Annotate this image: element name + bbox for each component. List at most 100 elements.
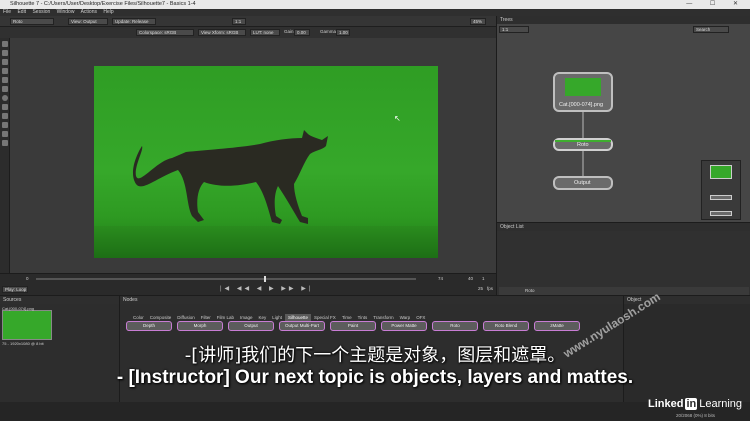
circle-tool-icon[interactable] — [2, 95, 8, 101]
tab-key[interactable]: Key — [256, 314, 270, 321]
menu-bar: File Edit Session Window Actions Help — [0, 9, 750, 16]
view-xform-dropdown[interactable]: View Xform: sRGB — [198, 29, 246, 36]
timeline-current[interactable]: 74 — [438, 276, 443, 281]
tab-light[interactable]: Light — [269, 314, 285, 321]
tab-image[interactable]: Image — [237, 314, 256, 321]
tracker-tool-icon[interactable] — [2, 131, 8, 137]
tab-warp[interactable]: Warp — [397, 314, 414, 321]
tree-minimap[interactable] — [701, 160, 741, 220]
colorspace-dropdown[interactable]: Colorspace: sRGB — [136, 29, 194, 36]
linkedin-learning-logo: Linked in Learning — [648, 398, 742, 410]
trees-search[interactable]: Search — [693, 26, 729, 33]
magnetic-tool-icon[interactable] — [2, 86, 8, 92]
menu-edit[interactable]: Edit — [17, 9, 26, 15]
tab-time[interactable]: Time — [339, 314, 355, 321]
app-window: Silhouette 7 - C:/Users/User/Desktop/Exe… — [0, 0, 750, 421]
tab-film-lab[interactable]: Film Lab — [214, 314, 237, 321]
lut-dropdown[interactable]: LUT: none — [250, 29, 280, 36]
square-tool-icon[interactable] — [2, 104, 8, 110]
source-clip-name: Cat.[000-074].png — [2, 306, 35, 311]
minimap-output — [710, 211, 732, 216]
bezier-tool-icon[interactable] — [2, 68, 8, 74]
node-button-output[interactable]: Output — [228, 321, 274, 331]
tab-special-fx[interactable]: Special FX — [311, 314, 339, 321]
viewer-subtoolbar: Colorspace: sRGB View Xform: sRGB LUT: n… — [0, 27, 496, 38]
logo-in: in — [685, 398, 698, 410]
object-list-panel: Object List Roto — [496, 222, 750, 295]
node-button-paint[interactable]: Paint — [330, 321, 376, 331]
window-controls[interactable]: — ☐ ✕ — [686, 0, 746, 9]
nodes-title: Nodes — [120, 296, 623, 304]
tab-silhouette[interactable]: Silhouette — [285, 314, 312, 321]
node-button-output-multi-part[interactable]: Output Multi-Part — [279, 321, 325, 331]
subtitle-chinese: -[讲师]我们的下一个主题是对象，图层和遮罩。 — [184, 345, 566, 366]
minimap-source — [710, 165, 732, 179]
menu-file[interactable]: File — [3, 9, 11, 15]
node-button-morph[interactable]: Morph — [177, 321, 223, 331]
hand-tool-icon[interactable] — [2, 140, 8, 146]
playhead[interactable] — [264, 276, 266, 282]
window-title: Silhouette 7 - C:/Users/User/Desktop/Exe… — [10, 1, 196, 7]
timeline-bar: 0 74 40 1 Play: Loop |◀ ◀◀ ◀ ▶ ▶▶ ▶| 25 … — [0, 273, 496, 295]
tab-diffusion[interactable]: Diffusion — [174, 314, 197, 321]
tab-tints[interactable]: Tints — [355, 314, 371, 321]
node-button-roto[interactable]: Roto — [432, 321, 478, 331]
tool-palette — [0, 38, 10, 273]
source-thumbnail — [565, 78, 601, 96]
node-button-depth[interactable]: Depth — [126, 321, 172, 331]
trees-panel: Trees 1:1 Search Cat.[000-074].png Roto … — [496, 16, 750, 222]
memory-status: 20/2068 (0%) 8 bits — [676, 413, 716, 418]
tab-transform[interactable]: Transform — [370, 314, 396, 321]
green-screen-image[interactable]: ↖ — [94, 66, 438, 258]
eraser-tool-icon[interactable] — [2, 122, 8, 128]
timeline-scrubber[interactable] — [36, 278, 416, 280]
node-button-power-matte[interactable]: Power Matte — [381, 321, 427, 331]
output-node-label: Output — [574, 180, 591, 186]
source-node-label: Cat.[000-074].png — [559, 102, 604, 108]
tab-ofx[interactable]: OFX — [413, 314, 428, 321]
tab-composite[interactable]: Composite — [147, 314, 175, 321]
fps-label: fps — [487, 286, 494, 291]
cat-image — [132, 130, 328, 224]
mouse-cursor-icon: ↖ — [394, 114, 401, 123]
timeline-end[interactable]: 40 — [468, 276, 473, 281]
transport-controls[interactable]: |◀ ◀◀ ◀ ▶ ▶▶ ▶| — [220, 285, 313, 292]
tab-filter[interactable]: Filter — [198, 314, 214, 321]
viewer-toolbar: Roto View: Output Update: Release 1:1 45… — [0, 16, 496, 27]
tab-color[interactable]: Color — [130, 314, 147, 321]
sources-title: Sources — [0, 296, 119, 304]
gain-field[interactable]: 0.00 — [294, 29, 310, 36]
gamma-label: Gamma — [320, 29, 337, 34]
transform-tool-icon[interactable] — [2, 50, 8, 56]
node-button-zmatte[interactable]: zMatte — [534, 321, 580, 331]
roto-node-label: Roto — [577, 142, 589, 148]
gamma-field[interactable]: 1.00 — [336, 29, 350, 36]
timeline-start: 0 — [26, 276, 29, 281]
timeline-range-end[interactable]: 1 — [482, 276, 485, 281]
logo-text: Linked — [648, 398, 684, 410]
subtitle-english: - [Instructor] Our next topic is objects… — [116, 367, 634, 388]
xspline-tool-icon[interactable] — [2, 77, 8, 83]
ratio-dropdown[interactable]: 1:1 — [232, 18, 246, 25]
node-select-dropdown[interactable]: Roto — [10, 18, 54, 25]
logo-suffix: Learning — [699, 398, 743, 410]
view-dropdown[interactable]: View: Output — [68, 18, 108, 25]
trees-title: Trees — [497, 16, 750, 24]
brush-tool-icon[interactable] — [2, 113, 8, 119]
play-loop-dropdown[interactable]: Play: Loop — [2, 286, 28, 293]
menu-help[interactable]: Help — [103, 9, 113, 15]
select-tool-icon[interactable] — [2, 41, 8, 47]
zoom-dropdown[interactable]: 45% — [470, 18, 486, 25]
node-button-roto-blend[interactable]: Roto Blend — [483, 321, 529, 331]
minimap-roto — [710, 195, 732, 200]
bspline-tool-icon[interactable] — [2, 59, 8, 65]
fps-value[interactable]: 25 — [478, 286, 483, 291]
update-dropdown[interactable]: Update: Release — [112, 18, 156, 25]
object-list-item[interactable]: Roto — [499, 287, 749, 295]
menu-session[interactable]: Session — [32, 9, 50, 15]
source-clip-thumbnail[interactable] — [2, 310, 52, 340]
menu-window[interactable]: Window — [57, 9, 75, 15]
status-bar: Linked in Learning 20/2068 (0%) 8 bits — [0, 398, 750, 421]
trees-frame-dropdown[interactable]: 1:1 — [499, 26, 529, 33]
menu-actions[interactable]: Actions — [81, 9, 97, 15]
